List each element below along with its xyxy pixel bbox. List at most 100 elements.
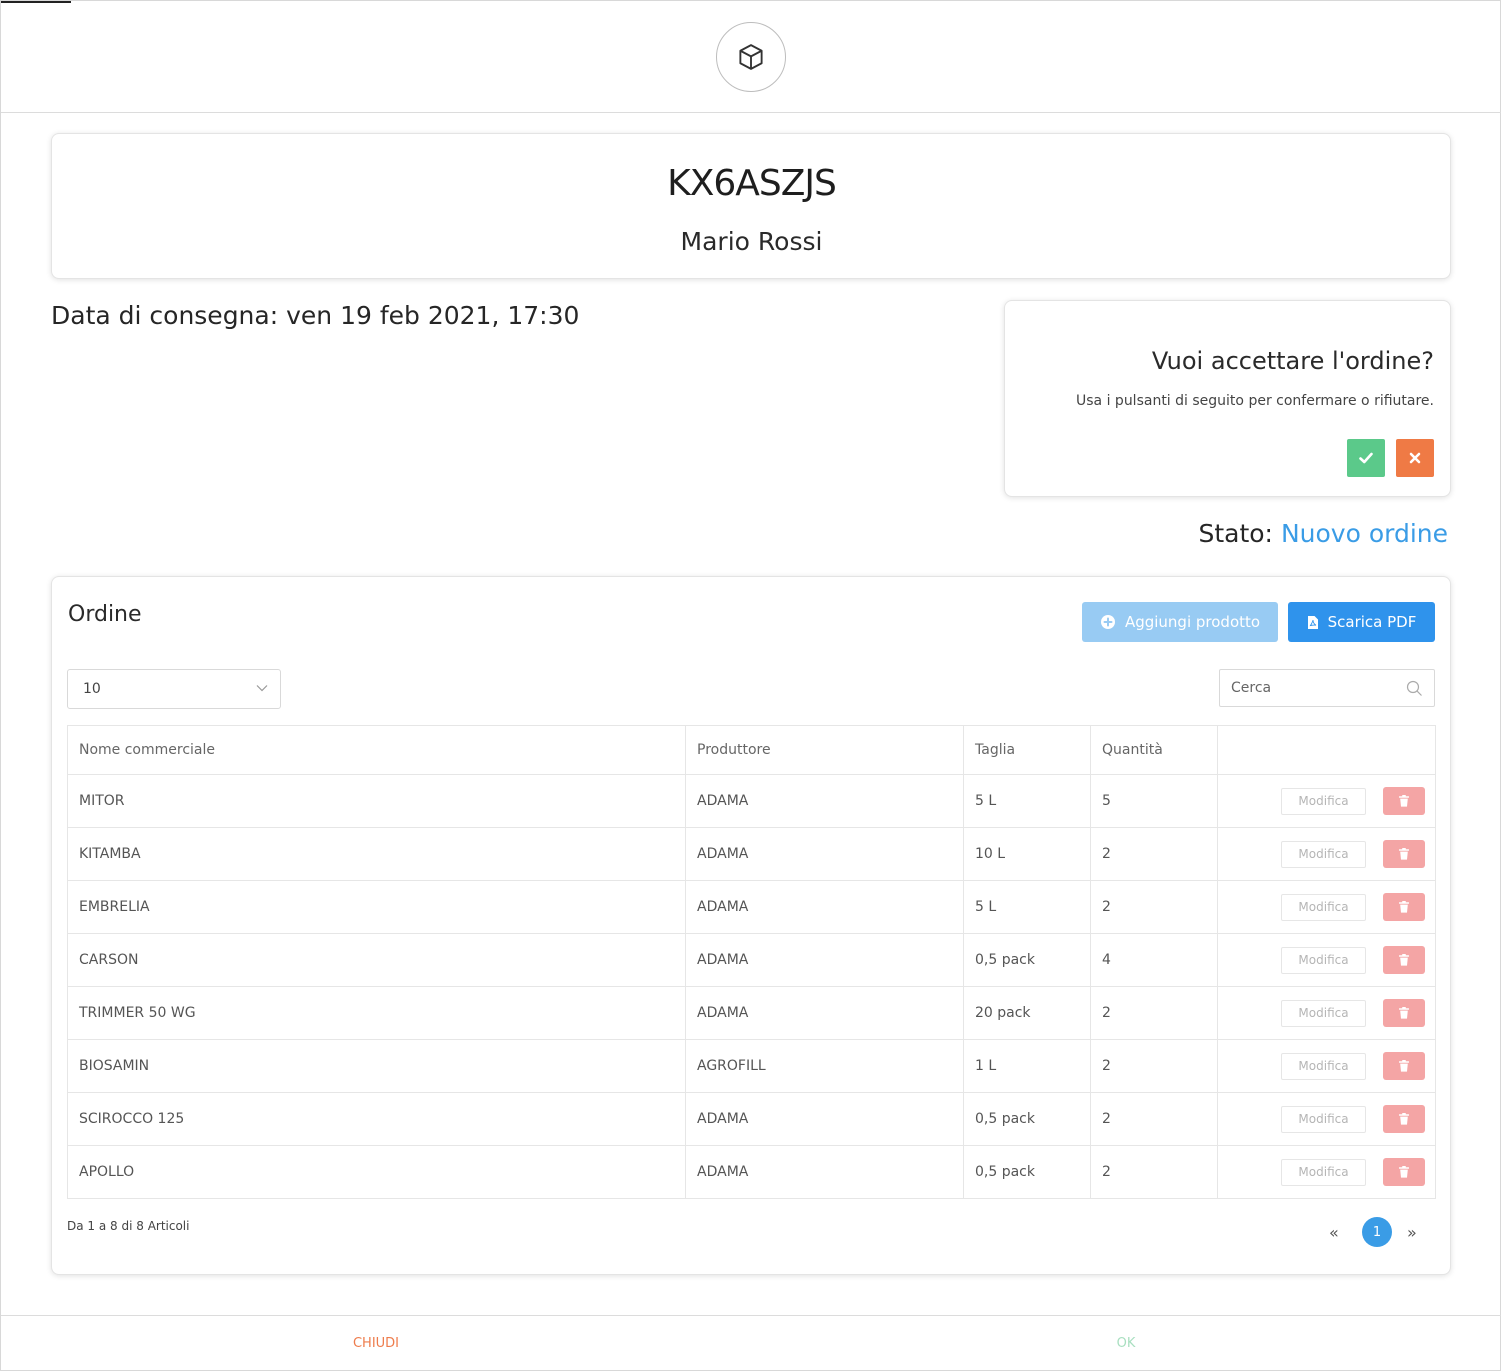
box-icon — [716, 22, 786, 92]
edit-button[interactable]: Modifica — [1281, 1158, 1366, 1186]
confirm-order-button[interactable] — [1347, 439, 1385, 477]
pagination-page-1[interactable]: 1 — [1362, 1217, 1392, 1247]
edit-button[interactable]: Modifica — [1281, 840, 1366, 868]
cell-actions: Modifica — [1217, 827, 1436, 881]
cell-quantity: 2 — [1090, 880, 1218, 934]
cell-size: 0,5 pack — [963, 1145, 1091, 1199]
column-header-quantity[interactable]: Quantità — [1090, 725, 1218, 775]
close-button[interactable]: CHIUDI — [1, 1336, 751, 1351]
edit-button[interactable]: Modifica — [1281, 946, 1366, 974]
delete-button[interactable] — [1383, 999, 1425, 1027]
column-header-actions — [1217, 725, 1436, 775]
cell-quantity: 2 — [1090, 1092, 1218, 1146]
cell-name: APOLLO — [67, 1145, 686, 1199]
download-pdf-label: Scarica PDF — [1327, 613, 1417, 631]
column-header-producer[interactable]: Produttore — [685, 725, 964, 775]
customer-name: Mario Rossi — [680, 227, 823, 256]
delete-button[interactable] — [1383, 787, 1425, 815]
pagination-next-button[interactable]: » — [1407, 1223, 1417, 1242]
order-card-title: Ordine — [68, 602, 142, 627]
page-size-select[interactable]: 10 — [67, 669, 281, 709]
cell-quantity: 2 — [1090, 1039, 1218, 1093]
table-row: TRIMMER 50 WG ADAMA 20 pack 2 Modifica — [67, 986, 1436, 1040]
cell-producer: ADAMA — [685, 933, 964, 987]
delete-button[interactable] — [1383, 946, 1425, 974]
trash-icon — [1399, 848, 1409, 860]
edit-button[interactable]: Modifica — [1281, 787, 1366, 815]
cell-name: EMBRELIA — [67, 880, 686, 934]
cell-quantity: 4 — [1090, 933, 1218, 987]
status-value: Nuovo ordine — [1280, 519, 1448, 548]
order-status: Stato: Nuovo ordine — [1198, 519, 1448, 548]
pdf-file-icon — [1307, 615, 1318, 629]
delete-button[interactable] — [1383, 840, 1425, 868]
accept-subtitle: Usa i pulsanti di seguito per confermare… — [1076, 393, 1434, 409]
cell-quantity: 2 — [1090, 986, 1218, 1040]
cell-producer: ADAMA — [685, 1092, 964, 1146]
table-row: CARSON ADAMA 0,5 pack 4 Modifica — [67, 933, 1436, 987]
table-row: APOLLO ADAMA 0,5 pack 2 Modifica — [67, 1145, 1436, 1199]
trash-icon — [1399, 1113, 1409, 1125]
cell-size: 5 L — [963, 774, 1091, 828]
column-header-name[interactable]: Nome commerciale — [67, 725, 686, 775]
page-size-value: 10 — [83, 681, 101, 697]
download-pdf-button[interactable]: Scarica PDF — [1288, 602, 1435, 642]
cell-actions: Modifica — [1217, 1039, 1436, 1093]
cell-size: 5 L — [963, 880, 1091, 934]
edit-button[interactable]: Modifica — [1281, 1052, 1366, 1080]
delete-button[interactable] — [1383, 1105, 1425, 1133]
table-row: KITAMBA ADAMA 10 L 2 Modifica — [67, 827, 1436, 881]
edit-button[interactable]: Modifica — [1281, 893, 1366, 921]
reject-order-button[interactable] — [1396, 439, 1434, 477]
cell-actions: Modifica — [1217, 880, 1436, 934]
cell-producer: ADAMA — [685, 1145, 964, 1199]
cell-quantity: 2 — [1090, 827, 1218, 881]
cell-size: 20 pack — [963, 986, 1091, 1040]
edit-button[interactable]: Modifica — [1281, 1105, 1366, 1133]
cell-producer: AGROFILL — [685, 1039, 964, 1093]
order-modal: KX6ASZJS Mario Rossi Data di consegna: v… — [0, 0, 1501, 1371]
accept-title: Vuoi accettare l'ordine? — [1151, 347, 1434, 375]
cell-quantity: 5 — [1090, 774, 1218, 828]
pagination-prev-button[interactable]: « — [1329, 1223, 1339, 1242]
trash-icon — [1399, 1007, 1409, 1019]
cell-producer: ADAMA — [685, 827, 964, 881]
table-row: MITOR ADAMA 5 L 5 Modifica — [67, 774, 1436, 828]
cell-quantity: 2 — [1090, 1145, 1218, 1199]
column-header-size[interactable]: Taglia — [963, 725, 1091, 775]
cell-producer: ADAMA — [685, 986, 964, 1040]
close-icon — [1409, 452, 1421, 464]
add-product-label: Aggiungi prodotto — [1124, 613, 1261, 631]
delete-button[interactable] — [1383, 1158, 1425, 1186]
delivery-date: Data di consegna: ven 19 feb 2021, 17:30 — [51, 301, 580, 330]
modal-header — [1, 1, 1501, 113]
table-row: BIOSAMIN AGROFILL 1 L 2 Modifica — [67, 1039, 1436, 1093]
cell-name: KITAMBA — [67, 827, 686, 881]
trash-icon — [1399, 1166, 1409, 1178]
delete-button[interactable] — [1383, 1052, 1425, 1080]
search-input[interactable]: Cerca — [1219, 669, 1435, 707]
pagination-info: Da 1 a 8 di 8 Articoli — [67, 1219, 190, 1233]
cell-actions: Modifica — [1217, 1145, 1436, 1199]
trash-icon — [1399, 795, 1409, 807]
cell-size: 0,5 pack — [963, 1092, 1091, 1146]
check-icon — [1359, 452, 1373, 464]
cell-name: CARSON — [67, 933, 686, 987]
cell-name: TRIMMER 50 WG — [67, 986, 686, 1040]
cell-size: 0,5 pack — [963, 933, 1091, 987]
edit-button[interactable]: Modifica — [1281, 999, 1366, 1027]
cell-size: 1 L — [963, 1039, 1091, 1093]
delete-button[interactable] — [1383, 893, 1425, 921]
cell-name: SCIROCCO 125 — [67, 1092, 686, 1146]
cell-actions: Modifica — [1217, 1092, 1436, 1146]
table-row: EMBRELIA ADAMA 5 L 2 Modifica — [67, 880, 1436, 934]
chevron-down-icon — [256, 685, 268, 692]
trash-icon — [1399, 954, 1409, 966]
trash-icon — [1399, 901, 1409, 913]
add-product-button[interactable]: Aggiungi prodotto — [1082, 602, 1278, 642]
order-code: KX6ASZJS — [667, 163, 837, 204]
cell-actions: Modifica — [1217, 933, 1436, 987]
cell-name: BIOSAMIN — [67, 1039, 686, 1093]
ok-button[interactable]: OK — [751, 1336, 1501, 1351]
cell-producer: ADAMA — [685, 880, 964, 934]
